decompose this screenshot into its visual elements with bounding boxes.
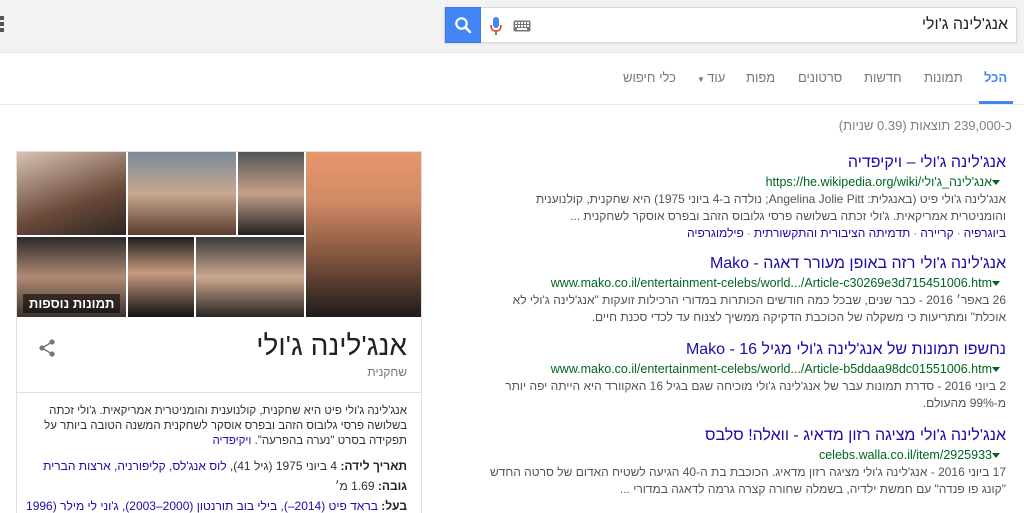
tab-all[interactable]: הכל: [984, 70, 1007, 85]
spouse-links[interactable]: בראד פיט (2014–), בילי בוב תורנטון (2000…: [27, 499, 378, 513]
photo-thumbnail[interactable]: [196, 237, 304, 317]
fact-label: תאריך לידה:: [340, 459, 407, 473]
search-result: אנג'לינה ג'ולי – ויקיפדיה https://he.wik…: [486, 153, 1006, 242]
tab-search-tools[interactable]: כלי חיפוש: [623, 70, 676, 85]
result-url[interactable]: https://he.wikipedia.org/wiki/אנג'לינה_ג…: [486, 173, 1006, 191]
result-snippet: 2 ביוני 2016 - סדרת תמונות עבר של אנג'לי…: [505, 379, 1006, 410]
apps-menu-icon[interactable]: [0, 16, 4, 34]
photo-thumbnail[interactable]: [128, 152, 236, 235]
entity-subtitle: שחקנית: [367, 365, 407, 379]
photo-thumbnail[interactable]: [306, 152, 421, 317]
fact-born: תאריך לידה: 4 ביוני 1975 (גיל 41), לוס א…: [27, 458, 407, 474]
share-icon[interactable]: [37, 338, 57, 358]
active-tab-indicator: [979, 101, 1013, 104]
result-url-text: celebs.walla.co.il/item/2925933: [818, 448, 992, 462]
sitelink[interactable]: ביוגרפיה: [964, 226, 1006, 240]
more-images-label[interactable]: תמונות נוספות: [23, 294, 121, 313]
fact-height: גובה: 1.69 מ׳: [27, 478, 407, 494]
fact-label: בעל:: [381, 499, 407, 513]
mic-icon[interactable]: [489, 16, 503, 36]
search-tabs: הכל תמונות חדשות סרטונים מפות ▼ עוד כלי …: [0, 53, 1024, 105]
search-button[interactable]: [445, 7, 481, 43]
result-snippet: 17 ביוני 2016 - אנג'לינה ג'ולי מציגה רזו…: [489, 465, 1006, 496]
tab-maps[interactable]: מפות: [746, 70, 775, 85]
fact-label: גובה:: [377, 479, 407, 493]
dropdown-arrow-icon[interactable]: [992, 180, 1000, 186]
knowledge-panel: תמונות נוספות אנג'לינה ג'ולי שחקנית אנג'…: [16, 151, 422, 513]
fact-value: 4 ביוני 1975 (גיל 41),: [229, 459, 338, 473]
birthplace-link[interactable]: לוס אנג'לס, קליפורניה, ארצות הברית: [43, 459, 226, 473]
result-url[interactable]: www.mako.co.il/entertainment-celebs/worl…: [486, 274, 1006, 292]
result-title-link[interactable]: אנג'לינה ג'ולי רזה באופן מעורר דאגה - Ma…: [486, 254, 1006, 274]
chevron-down-icon: ▼: [697, 75, 708, 84]
search-result: אנג'לינה ג'ולי רזה באופן מעורר דאגה - Ma…: [486, 254, 1006, 326]
result-url-text: https://he.wikipedia.org/wiki/אנג'לינה_ג…: [765, 175, 992, 189]
search-box: [444, 7, 1017, 43]
entity-description: אנג'לינה ג'ולי פיט היא שחקנית, קולנוענית…: [27, 404, 407, 449]
dropdown-arrow-icon[interactable]: [992, 281, 1000, 287]
result-url[interactable]: celebs.walla.co.il/item/2925933: [486, 446, 1006, 464]
dropdown-arrow-icon[interactable]: [992, 453, 1000, 459]
result-snippet: אנג'לינה ג'ולי פיט (באנגלית: Angelina Jo…: [535, 192, 1006, 223]
top-bar: [0, 0, 1024, 53]
photo-thumbnail[interactable]: [238, 152, 304, 235]
tab-images[interactable]: תמונות: [924, 70, 963, 85]
search-icon: [455, 17, 472, 34]
entity-title: אנג'לינה ג'ולי: [256, 330, 407, 361]
result-title-link[interactable]: נחשפו תמונות של אנג'לינה ג'ולי מגיל 16 -…: [486, 340, 1006, 360]
result-snippet: 26 באפר׳ 2016 - כבר שנים, שבכל כמה חודשי…: [512, 293, 1006, 324]
fact-value: 1.69 מ׳: [334, 479, 375, 493]
image-grid: תמונות נוספות: [17, 152, 421, 317]
tab-more-label: עוד: [707, 70, 726, 85]
wikipedia-link[interactable]: ויקיפדיה: [212, 435, 251, 447]
dropdown-arrow-icon[interactable]: [992, 367, 1000, 373]
fact-spouse: בעל: בראד פיט (2014–), בילי בוב תורנטון …: [27, 498, 407, 513]
search-result: נחשפו תמונות של אנג'לינה ג'ולי מגיל 16 -…: [486, 340, 1006, 412]
sitelink[interactable]: תדמיתה הציבורית והתקשורתית: [754, 226, 910, 240]
search-result: אנג'לינה ג'ולי מציגה רזון מדאיג - וואלה!…: [486, 426, 1006, 498]
result-sitelinks: ביוגרפיה·קריירה·תדמיתה הציבורית והתקשורת…: [687, 226, 1006, 240]
result-stats: כ-239,000 תוצאות (0.39 שניות): [838, 118, 1012, 133]
result-url-text: www.mako.co.il/entertainment-celebs/worl…: [550, 276, 992, 290]
result-url[interactable]: www.mako.co.il/entertainment-celebs/worl…: [486, 360, 1006, 378]
sitelink[interactable]: קריירה: [920, 226, 953, 240]
photo-thumbnail[interactable]: [128, 237, 194, 317]
sitelink[interactable]: פילמוגרפיה: [687, 226, 744, 240]
result-title-link[interactable]: אנג'לינה ג'ולי מציגה רזון מדאיג - וואלה!…: [486, 426, 1006, 446]
search-input[interactable]: [548, 8, 1008, 42]
photo-thumbnail[interactable]: [17, 152, 126, 235]
keyboard-icon[interactable]: [513, 20, 531, 32]
tab-more[interactable]: ▼ עוד: [697, 70, 725, 85]
result-title-link[interactable]: אנג'לינה ג'ולי – ויקיפדיה: [486, 153, 1006, 173]
tab-news[interactable]: חדשות: [864, 70, 902, 85]
tab-videos[interactable]: סרטונים: [798, 70, 842, 85]
divider: [17, 392, 421, 393]
result-url-text: www.mako.co.il/entertainment-celebs/worl…: [550, 362, 992, 376]
